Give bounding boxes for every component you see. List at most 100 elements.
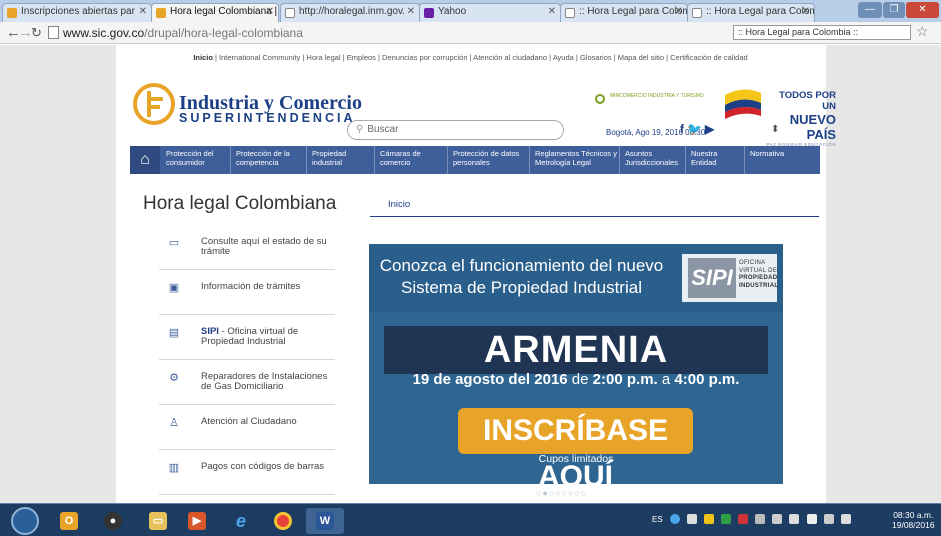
taskbar-explorer[interactable]: ▭	[139, 508, 177, 534]
page-title: Hora legal Colombiana	[143, 193, 337, 214]
nav-proteccion-consumidor[interactable]: Protección del consumidor	[166, 149, 218, 167]
taskbar-chrome[interactable]	[264, 508, 302, 534]
sidebar-item-estado-tramite[interactable]: ▭ Consulte aquí el estado de su trámite	[159, 225, 335, 270]
search-icon: ⚲	[356, 124, 364, 135]
tray-app-icon[interactable]	[772, 514, 783, 524]
nav-separator	[744, 146, 745, 174]
yahoo-favicon-icon	[424, 8, 434, 18]
nav-asuntos-jurisdiccionales[interactable]: Asuntos Jurisdiccionales	[625, 149, 683, 167]
close-tab-icon[interactable]: ✕	[802, 6, 810, 17]
taskbar-outlook[interactable]: O	[50, 508, 88, 534]
tray-app-icon[interactable]	[721, 514, 732, 524]
sidebar-item-pagos-codigos[interactable]: ▥ Pagos con códigos de barras	[159, 450, 335, 495]
inscribase-button[interactable]: INSCRÍBASE AQUÍ	[458, 408, 693, 484]
close-tab-icon[interactable]: ✕	[139, 6, 147, 17]
nav-normativa[interactable]: Normativa	[750, 149, 800, 159]
maximize-button[interactable]: ❐	[883, 2, 905, 18]
carousel-dots[interactable]: ○●○○○○○○	[536, 488, 588, 498]
close-tab-icon[interactable]: ✕	[407, 6, 415, 17]
extension-badge[interactable]: :: Hora Legal para Colombia ::	[733, 25, 911, 40]
facebook-icon[interactable]: f	[680, 122, 687, 136]
tab-inscripciones[interactable]: Inscripciones abiertas par ✕	[2, 3, 152, 22]
outlook-icon: O	[60, 512, 78, 530]
main-nav-bar: ⌂ Protección del consumidor Protección d…	[130, 146, 820, 174]
sipi-logo-text: OFICINA VIRTUAL DE PROPIEDAD INDUSTRIAL	[739, 260, 779, 289]
taskbar-word[interactable]: W	[306, 508, 344, 534]
chrome-icon	[274, 512, 292, 530]
ie-icon: e	[235, 511, 246, 531]
start-button[interactable]	[11, 507, 39, 535]
address-bar[interactable]: www.sic.gov.co/drupal/hora-legal-colombi…	[63, 25, 303, 41]
close-window-button[interactable]: ✕	[906, 2, 939, 18]
browser-tab-bar: Inscripciones abiertas par ✕ Hora legal …	[0, 0, 941, 22]
windows-taskbar: O ● ▭ ▶ e W ES 08:30 a.m. 19/08/2016	[0, 503, 941, 536]
tab-hora-legal-colom-1[interactable]: :: Hora Legal para Colom ✕	[560, 3, 688, 22]
nav-separator	[619, 146, 620, 174]
sidebar-item-reparadores-gas[interactable]: ⚙ Reparadores de Instalaciones de Gas Do…	[159, 360, 335, 405]
network-icon[interactable]	[806, 514, 817, 524]
bookmark-star-icon[interactable]: ☆	[916, 23, 929, 40]
nav-camaras-comercio[interactable]: Cámaras de comercio	[380, 149, 434, 167]
tray-app-icon[interactable]	[704, 514, 715, 524]
youtube-icon[interactable]: ▶	[705, 122, 717, 136]
sipi-icon: ▤	[168, 327, 180, 339]
minimize-button[interactable]: —	[858, 2, 882, 18]
nav-propiedad-industrial[interactable]: Propiedad industrial	[312, 149, 356, 167]
slogan-logo: TODOS POR UN NUEVO PAÍS PAZ EQUIDAD EDUC…	[766, 90, 836, 147]
close-tab-icon[interactable]: ✕	[675, 6, 683, 17]
taskbar-media-player[interactable]: ▶	[178, 508, 216, 534]
page-favicon-icon	[565, 8, 575, 18]
top-utility-menu[interactable]: Inicio | International Community | Hora …	[0, 53, 941, 62]
social-links: f🐦▶	[680, 122, 717, 136]
nav-proteccion-datos[interactable]: Protección de datos personales	[453, 149, 525, 167]
tray-app-icon[interactable]	[789, 514, 800, 524]
tray-app-icon[interactable]	[670, 514, 680, 524]
search-input[interactable]: ⚲ Buscar	[347, 120, 564, 140]
nav-separator	[374, 146, 375, 174]
tray-app-icon[interactable]	[738, 514, 749, 524]
system-clock[interactable]: 08:30 a.m. 19/08/2016	[892, 510, 935, 530]
close-tab-icon[interactable]: ✕	[266, 6, 274, 17]
taskbar-internet-explorer[interactable]: e	[222, 508, 260, 534]
nav-nuestra-entidad[interactable]: Nuestra Entidad	[691, 149, 725, 167]
word-icon: W	[316, 512, 334, 530]
close-tab-icon[interactable]: ✕	[548, 6, 556, 17]
nav-proteccion-competencia[interactable]: Protección de la competencia	[236, 149, 300, 167]
sidebar-item-informacion-tramites[interactable]: ▣ Información de trámites	[159, 270, 335, 315]
sipi-logo: SIPI OFICINA VIRTUAL DE PROPIEDAD INDUST…	[682, 254, 779, 302]
tray-app-icon[interactable]	[687, 514, 698, 524]
flag-icon[interactable]	[823, 514, 834, 524]
page-info-icon[interactable]	[48, 26, 59, 39]
language-indicator[interactable]: ES	[652, 515, 663, 524]
page-favicon-icon	[285, 8, 295, 18]
sidebar-item-atencion-ciudadano[interactable]: ♙ Atención al Ciudadano	[159, 405, 335, 450]
mincomercio-logo[interactable]: MINCOMERCIO INDUSTRIA Y TURISMO	[595, 90, 710, 114]
breadcrumb-divider	[370, 216, 819, 217]
folder-icon: ▭	[149, 512, 167, 530]
sipi-promo-banner[interactable]: Conozca el funcionamiento del nuevo Sist…	[369, 244, 783, 484]
tab-hora-legal-colom-2[interactable]: :: Hora Legal para Colom ✕	[687, 3, 815, 22]
gears-icon: ⚙	[169, 372, 179, 384]
reload-icon[interactable]: ↻	[31, 24, 42, 42]
id-card-icon: ▭	[168, 237, 180, 249]
tray-app-icon[interactable]	[755, 514, 766, 524]
nav-separator	[685, 146, 686, 174]
system-tray	[670, 514, 880, 528]
tab-horalegal-inm[interactable]: http://horalegal.inm.gov. ✕	[280, 3, 420, 22]
twitter-icon[interactable]: 🐦	[687, 122, 705, 136]
volume-icon[interactable]	[840, 514, 851, 524]
tab-yahoo[interactable]: Yahoo ✕	[419, 3, 561, 22]
sidebar-item-sipi[interactable]: ▤ SIPI - Oficina virtual de Propiedad In…	[159, 315, 335, 360]
scroll-arrows-icon[interactable]: ⬍	[771, 124, 779, 135]
banner-date: 19 de agosto del 2016 de 2:00 p.m. a 4:0…	[412, 371, 740, 388]
tab-hora-legal-active[interactable]: Hora legal Colombiana | ✕	[151, 3, 279, 22]
sic-favicon-icon	[7, 8, 17, 18]
breadcrumb[interactable]: Inicio	[388, 199, 410, 210]
browser-toolbar: ← → ↻ www.sic.gov.co/drupal/hora-legal-c…	[0, 22, 941, 44]
nav-reglamentos-tecnicos[interactable]: Reglamentos Técnicos y Metrología Legal	[535, 149, 620, 167]
taskbar-app-2[interactable]: ●	[94, 508, 132, 534]
barcode-icon: ▥	[168, 462, 180, 474]
home-icon[interactable]: ⌂	[130, 146, 160, 174]
banner-note: Cupos limitados	[538, 453, 614, 465]
sic-logo-icon[interactable]	[133, 83, 175, 125]
